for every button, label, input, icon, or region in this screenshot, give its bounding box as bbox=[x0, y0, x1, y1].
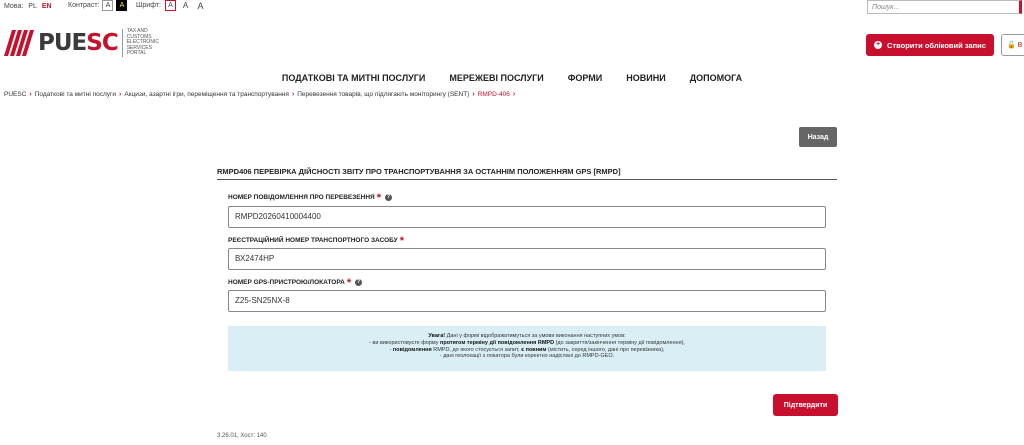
create-account-button[interactable]: + Створити обліковий запис bbox=[866, 34, 994, 56]
plus-circle-icon: + bbox=[874, 41, 883, 49]
main-nav: ПОДАТКОВІ ТА МИТНІ ПОСЛУГИ МЕРЕЖЕВІ ПОСЛ… bbox=[0, 73, 1024, 83]
info-icon[interactable]: ? bbox=[384, 194, 392, 201]
create-account-label: Створити обліковий запис bbox=[887, 40, 986, 50]
gps-locator-number-input[interactable]: Z25-SN25NX-8 bbox=[228, 290, 826, 312]
version-info: 3.26.01, Хост: 140 bbox=[217, 433, 267, 439]
chevron-right-icon: › bbox=[291, 91, 295, 98]
breadcrumb-item[interactable]: Акцизи, азартні ігри, переміщення та тра… bbox=[124, 91, 289, 98]
breadcrumb-item[interactable]: PUESC bbox=[4, 91, 26, 98]
language-switcher: Мова: PL EN bbox=[4, 3, 52, 10]
breadcrumb: PUESC › Податкові та митні послуги › Акц… bbox=[4, 91, 518, 98]
nav-forms[interactable]: ФОРМИ bbox=[556, 73, 615, 83]
gps-locator-number-label: НОМЕР GPS-ПРИСТРОЮ/ЛОКАТОРА * ? bbox=[228, 276, 363, 289]
language-label: Мова: bbox=[4, 3, 24, 10]
breadcrumb-item[interactable]: Податкові та митні послуги bbox=[35, 91, 116, 98]
breadcrumb-current: RMPD-406 bbox=[477, 91, 510, 98]
required-star-icon: * bbox=[376, 191, 381, 204]
chevron-right-icon: › bbox=[119, 91, 122, 98]
nav-tax-customs-services[interactable]: ПОДАТКОВІ ТА МИТНІ ПОСЛУГИ bbox=[270, 73, 437, 83]
font-size-switcher: Шрифт: A A A bbox=[136, 0, 206, 11]
breadcrumb-item[interactable]: Перевезення товарів, що підлягають моніт… bbox=[297, 91, 469, 98]
transport-notice-number-input[interactable]: RMPD20260410004400 bbox=[228, 206, 826, 228]
language-pl-link[interactable]: PL bbox=[28, 3, 37, 10]
login-button[interactable]: 🔓 В bbox=[1001, 34, 1024, 56]
confirm-button[interactable]: Підтвердити bbox=[773, 394, 838, 416]
vehicle-registration-label: РЕЄСТРАЦІЙНИЙ НОМЕР ТРАНСПОРТНОГО ЗАСОБУ… bbox=[228, 234, 404, 247]
back-button[interactable]: Назад bbox=[799, 127, 837, 147]
title-divider bbox=[217, 179, 837, 180]
transport-notice-number-label: НОМЕР ПОВІДОМЛЕННЯ ПРО ПЕРЕВЕЗЕННЯ * ? bbox=[228, 191, 392, 204]
font-large-button[interactable]: A bbox=[195, 0, 206, 11]
form-title: RMPD406 ПЕРЕВІРКА ДІЙСНОСТІ ЗВІТУ ПРО ТР… bbox=[217, 167, 621, 176]
puesc-stripes-icon bbox=[4, 30, 34, 56]
puesc-logo[interactable]: PUESC TAX AND CUSTOMS ELECTRONIC SERVICE… bbox=[4, 28, 172, 58]
conditions-notice: Увага! Дані у формі відображатимуться за… bbox=[228, 326, 826, 371]
font-small-button[interactable]: A bbox=[164, 0, 176, 11]
contrast-label: Контраст: bbox=[68, 2, 100, 9]
required-star-icon: * bbox=[346, 276, 352, 289]
utility-bar: Мова: PL EN Контраст: A A Шрифт: A A A П… bbox=[0, 0, 1024, 14]
chevron-right-icon: › bbox=[472, 91, 475, 98]
font-medium-button[interactable]: A bbox=[180, 0, 191, 11]
nav-help[interactable]: ДОПОМОГА bbox=[678, 73, 754, 83]
chevron-right-icon: › bbox=[512, 91, 516, 98]
contrast-normal-button[interactable]: A bbox=[102, 0, 114, 11]
contrast-switcher: Контраст: A A bbox=[68, 0, 128, 11]
info-icon[interactable]: ? bbox=[355, 279, 363, 286]
language-en-link[interactable]: EN bbox=[42, 3, 52, 10]
nav-news[interactable]: НОВИНИ bbox=[614, 73, 677, 83]
nav-network-services[interactable]: МЕРЕЖЕВІ ПОСЛУГИ bbox=[437, 73, 555, 83]
contrast-high-button[interactable]: A bbox=[116, 0, 128, 11]
search-input[interactable]: Пошук... bbox=[867, 0, 1022, 14]
vehicle-registration-input[interactable]: ВХ2474НР bbox=[228, 248, 826, 270]
required-star-icon: * bbox=[399, 234, 404, 247]
chevron-right-icon: › bbox=[29, 91, 32, 98]
logo-wordmark: PUESC bbox=[38, 30, 119, 56]
logo-tagline: TAX AND CUSTOMS ELECTRONIC SERVICES PORT… bbox=[121, 29, 172, 57]
font-label: Шрифт: bbox=[136, 2, 161, 9]
